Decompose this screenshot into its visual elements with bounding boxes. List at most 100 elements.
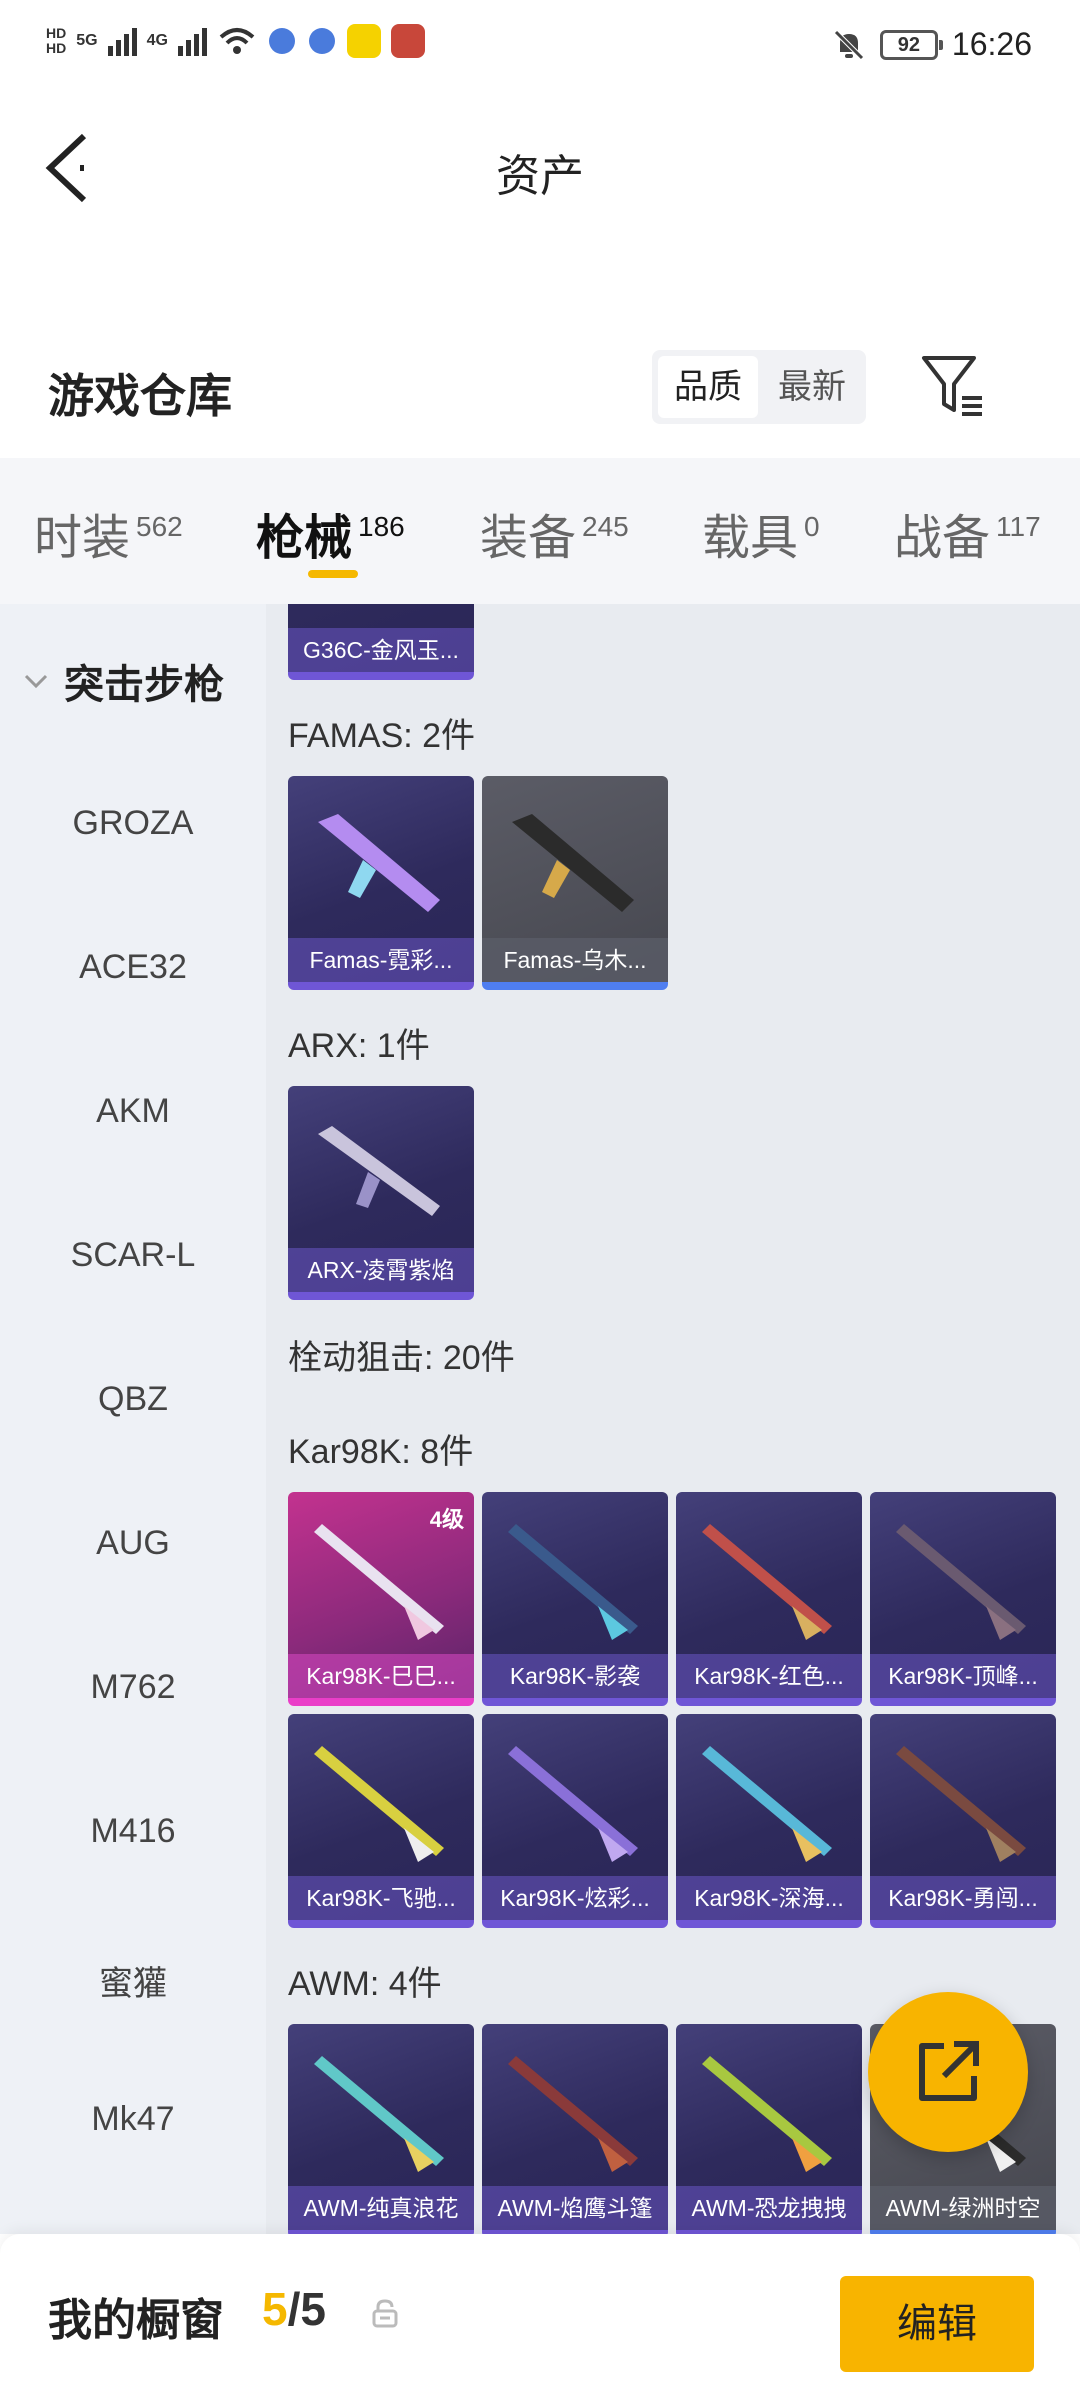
bell-muted-icon [834, 29, 864, 60]
tab-supplies[interactable]: 战备 117 [894, 498, 1041, 568]
tab-count: 562 [136, 511, 183, 542]
sniper-rifle-icon [314, 1524, 444, 1640]
tab-label: 装备 [480, 512, 577, 565]
sniper-rifle-icon [702, 1746, 832, 1862]
item-card[interactable]: Kar98K-深海... [676, 1714, 862, 1928]
tab-label: 战备 [894, 512, 991, 565]
section-title-bolt-action: 栓动狙击: 20件 [288, 1339, 515, 1377]
item-card[interactable]: Kar98K-顶峰... [870, 1492, 1056, 1706]
level-badge: 4级 [429, 1507, 464, 1532]
sniper-rifle-icon [896, 1524, 1026, 1640]
sniper-rifle-icon [896, 1746, 1026, 1862]
sidebar-item-m762[interactable]: M762 [0, 1668, 266, 1707]
category-tabs: 时装 562 枪械 186 装备 245 载具 0 战备 117 [0, 458, 1080, 604]
tab-count: 245 [582, 511, 629, 542]
hd-top-label: HD [46, 25, 67, 41]
share-fab[interactable] [868, 1992, 1028, 2152]
app-notify-icon [268, 28, 295, 54]
sniper-rifle-icon [508, 1524, 638, 1640]
item-card[interactable]: Famas-乌木... [482, 776, 668, 990]
showcase-count-total: /5 [287, 2283, 326, 2335]
sidebar: 突击步枪 GROZA ACE32 AKM SCAR-L QBZ AUG M762… [0, 604, 266, 2234]
active-tab-indicator [308, 570, 358, 578]
sniper-rifle-icon [508, 1746, 638, 1862]
sidebar-item-groza[interactable]: GROZA [0, 804, 266, 843]
sidebar-item-ace32[interactable]: ACE32 [0, 948, 266, 987]
lock-icon [372, 2299, 398, 2328]
item-card-label: Kar98K-飞驰... [288, 1876, 474, 1920]
item-card-label: AWM-恐龙拽拽 [676, 2186, 862, 2230]
warehouse-title: 游戏仓库 [48, 370, 232, 422]
section-title-famas: FAMAS: 2件 [288, 717, 476, 755]
item-card-label: Kar98K-炫彩... [482, 1876, 668, 1920]
item-card-label: Kar98K-深海... [676, 1876, 862, 1920]
section-title-arx: ARX: 1件 [288, 1027, 430, 1065]
bottom-bar: 我的橱窗 5/5 编辑 [0, 2234, 1080, 2400]
sidebar-item-scar-l[interactable]: SCAR-L [0, 1236, 266, 1275]
sidebar-item-honey-badger[interactable]: 蜜獾 [0, 1956, 266, 2005]
battery-indicator: 92 [879, 29, 943, 60]
rifle-icon [318, 1126, 440, 1216]
sidebar-item-aug[interactable]: AUG [0, 1524, 266, 1563]
item-card-label: Kar98K-巳巳... [288, 1654, 474, 1698]
item-card-label: Kar98K-勇闯... [870, 1876, 1056, 1920]
item-card[interactable]: Famas-霓彩... [288, 776, 474, 990]
tab-count: 0 [804, 511, 820, 542]
item-card[interactable]: AWM-恐龙拽拽 [676, 2024, 862, 2234]
item-card-label: Famas-乌木... [482, 938, 668, 982]
section-title-awm: AWM: 4件 [288, 1965, 442, 2003]
item-card[interactable]: Kar98K-红色... [676, 1492, 862, 1706]
sidebar-item-m416[interactable]: M416 [0, 1812, 266, 1851]
tab-equipment[interactable]: 装备 245 [480, 498, 629, 568]
item-card-label: ARX-凌霄紫焰 [288, 1248, 474, 1292]
item-card[interactable]: Kar98K-飞驰... [288, 1714, 474, 1928]
item-card-label: G36C-金风玉... [288, 628, 474, 672]
showcase-label: 我的橱窗 [48, 2296, 224, 2345]
item-card-label: AWM-纯真浪花 [288, 2186, 474, 2230]
hd-indicator: HD HD [46, 26, 66, 56]
sidebar-item-akm[interactable]: AKM [0, 1092, 266, 1131]
filter-icon[interactable] [918, 352, 988, 422]
network-4g-label: 4G [146, 32, 168, 49]
sniper-rifle-icon [702, 2056, 832, 2172]
tab-vehicles[interactable]: 载具 0 [702, 498, 820, 568]
tab-firearms[interactable]: 枪械 186 [256, 498, 405, 568]
section-title-kar98k: Kar98K: 8件 [288, 1433, 474, 1471]
tab-fashion[interactable]: 时装 562 [34, 498, 183, 568]
item-card[interactable]: AWM-纯真浪花 [288, 2024, 474, 2234]
edit-button[interactable]: 编辑 [840, 2276, 1034, 2372]
item-grid: G36C-金风玉... FAMAS: 2件 Famas-霓彩... Famas-… [266, 604, 1080, 2234]
sniper-rifle-icon [508, 2056, 638, 2172]
sort-latest-button[interactable]: 最新 [762, 356, 862, 418]
app-notify-icon-2 [308, 28, 335, 54]
item-card[interactable]: G36C-金风玉... [288, 604, 474, 680]
item-card[interactable]: AWM-焰鹰斗篷 [482, 2024, 668, 2234]
showcase-count: 5/5 [262, 2282, 326, 2336]
sort-quality-button[interactable]: 品质 [658, 356, 758, 418]
item-card-label: Kar98K-红色... [676, 1654, 862, 1698]
item-card[interactable]: 4级 Kar98K-巳巳... [288, 1492, 474, 1706]
sidebar-category[interactable]: 突击步枪 [22, 652, 224, 710]
item-card[interactable]: ARX-凌霄紫焰 [288, 1086, 474, 1300]
signal-icon-2 [177, 26, 207, 56]
item-card[interactable]: Kar98K-勇闯... [870, 1714, 1056, 1928]
item-card[interactable]: Kar98K-影袭 [482, 1492, 668, 1706]
item-card-label: AWM-焰鹰斗篷 [482, 2186, 668, 2230]
hd-bottom-label: HD [46, 40, 67, 56]
rifle-icon [512, 814, 634, 912]
sniper-rifle-icon [314, 2056, 444, 2172]
sniper-rifle-icon [702, 1524, 832, 1640]
item-card-label: Kar98K-顶峰... [870, 1654, 1056, 1698]
sidebar-item-mk47[interactable]: Mk47 [0, 2100, 266, 2139]
item-card[interactable]: Kar98K-炫彩... [482, 1714, 668, 1928]
status-bar: HD HD 5G 4G 92 16:26 [0, 0, 1080, 100]
sniper-rifle-icon [314, 1746, 444, 1862]
tab-count: 117 [996, 511, 1041, 542]
app-icon-yellow [346, 24, 381, 58]
showcase-count-current: 5 [262, 2283, 288, 2335]
sidebar-category-label: 突击步枪 [64, 663, 224, 707]
tab-count: 186 [358, 511, 405, 542]
sidebar-item-qbz[interactable]: QBZ [0, 1380, 266, 1419]
clock: 16:26 [951, 26, 1032, 62]
item-card-label: AWM-绿洲时空 [870, 2186, 1056, 2230]
